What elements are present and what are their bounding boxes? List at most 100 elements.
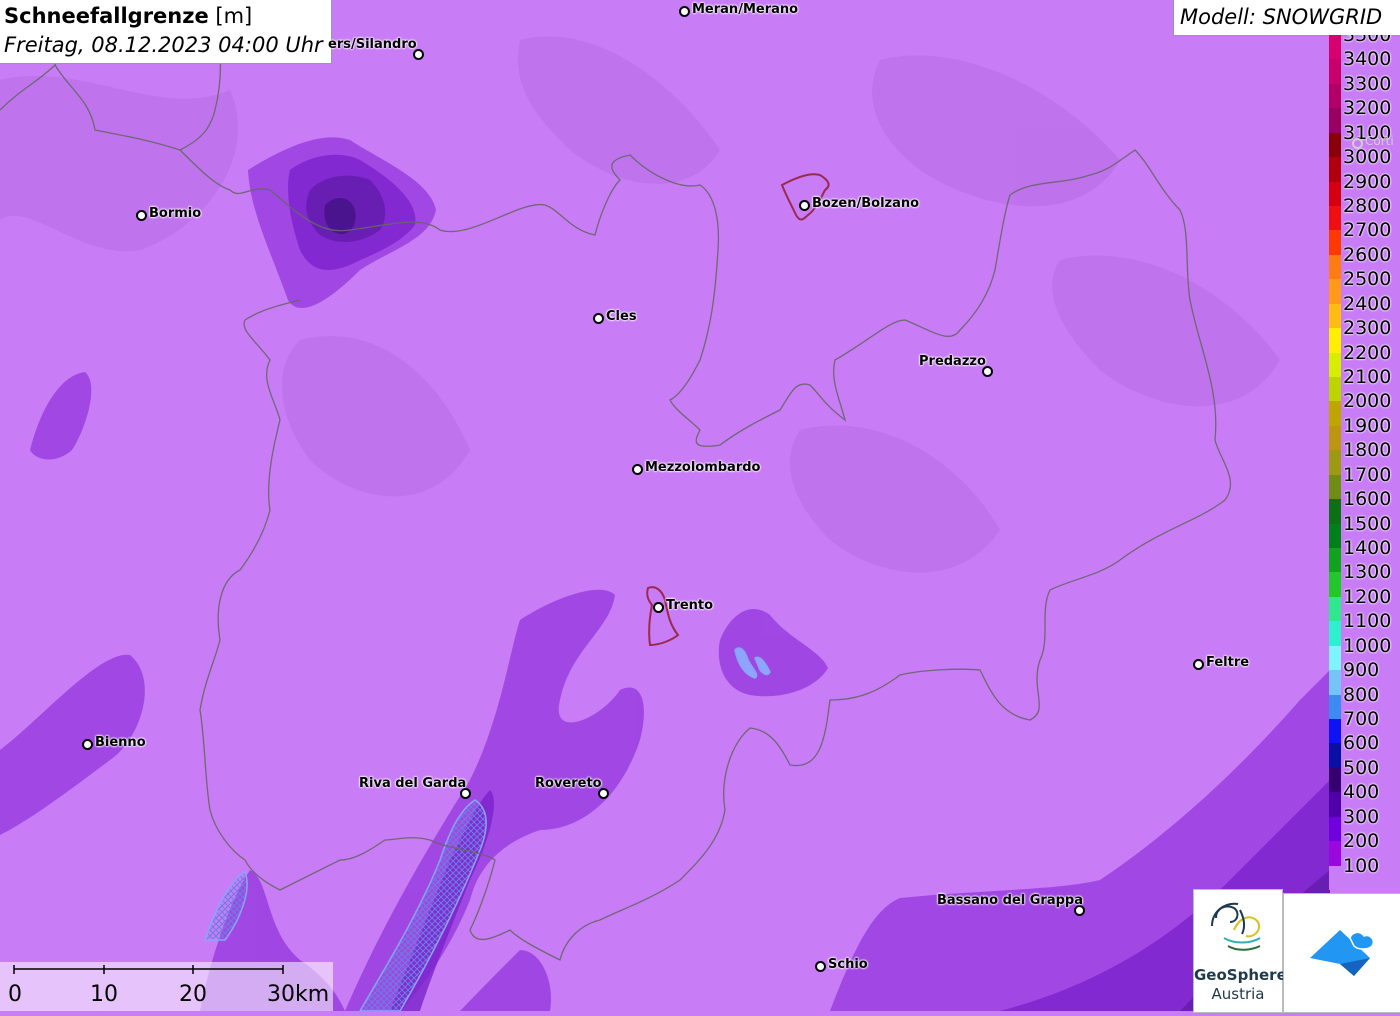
city-label-bozen-bolzano: Bozen/Bolzano <box>812 196 920 211</box>
legend-label: 500 <box>1343 756 1380 779</box>
legend-row: 700 <box>1329 707 1400 744</box>
scale-bar: 0 10 20 30km <box>0 962 333 1011</box>
legend-label: 1200 <box>1343 585 1392 608</box>
city-label-riva-del-garda: Riva del Garda <box>359 776 467 791</box>
city-marker-bormio <box>136 210 147 221</box>
map-title: Schneefallgrenze [m] <box>4 4 252 28</box>
legend-row: 2200 <box>1329 341 1400 377</box>
geosphere-emblem-icon <box>1211 902 1261 951</box>
legend-row: 2700 <box>1329 218 1400 255</box>
city-marker-trento <box>653 602 664 613</box>
legend-row: 1500 <box>1329 512 1400 548</box>
legend-row: 600 <box>1329 731 1400 768</box>
legend-label: 1100 <box>1343 610 1392 633</box>
legend-row: 2100 <box>1329 365 1400 402</box>
city-label-predazzo: Predazzo <box>919 354 986 369</box>
legend-label: 2200 <box>1343 341 1392 364</box>
city-label-corti: Corti <box>1365 134 1394 148</box>
legend-label: 2100 <box>1343 366 1392 388</box>
legend-label: 2300 <box>1343 317 1392 340</box>
scale-label-0: 0 <box>8 982 22 1007</box>
legend-label: 2700 <box>1343 219 1392 242</box>
legend-label: 2900 <box>1343 170 1392 193</box>
city-label-meran-merano: Meran/Merano <box>692 2 799 17</box>
legend-row: 1700 <box>1329 463 1400 500</box>
legend-row: 1000 <box>1329 634 1400 671</box>
city-marker-schio <box>815 961 826 972</box>
legend-row: 500 <box>1329 756 1400 793</box>
city-marker-bozen-bolzano <box>799 200 810 211</box>
city-marker-mezzolombardo <box>632 464 643 475</box>
city-label-bassano-del-grappa: Bassano del Grappa <box>937 893 1083 908</box>
legend-row: 2500 <box>1329 267 1400 304</box>
legend-row: 2300 <box>1329 316 1400 353</box>
app-logo[interactable] <box>1283 893 1400 1013</box>
legend-row: 2000 <box>1329 389 1400 426</box>
legend-label: 200 <box>1343 830 1380 853</box>
model-label: Modell: SNOWGRID <box>1180 5 1383 29</box>
legend-label: 1000 <box>1343 634 1392 657</box>
legend-row: 3300 <box>1329 72 1400 109</box>
legend-label: 700 <box>1343 708 1380 730</box>
legend-label: 1800 <box>1343 439 1392 462</box>
city-label-schio: Schio <box>828 957 868 972</box>
city-marker-meran-merano <box>679 6 690 17</box>
legend-label: 3000 <box>1343 146 1392 169</box>
legend-row: 900 <box>1329 658 1400 695</box>
legend-label: 1600 <box>1343 488 1392 511</box>
map-title-unit: [m] <box>215 4 253 28</box>
geosphere-country: Austria <box>1211 985 1265 1003</box>
legend-row: 1300 <box>1329 560 1400 597</box>
legend-label: 100 <box>1343 854 1380 877</box>
legend-label: 3300 <box>1343 72 1392 95</box>
legend-row: 100 <box>1329 854 1400 890</box>
legend-label: 3500 <box>1343 35 1392 46</box>
city-marker-corti <box>1352 138 1363 149</box>
model-panel: Modell: SNOWGRID <box>1173 0 1400 36</box>
legend-label: 3200 <box>1343 97 1392 120</box>
city-marker-feltre <box>1193 659 1204 670</box>
legend-row: 300 <box>1329 805 1400 842</box>
city-label-trento: Trento <box>666 598 714 613</box>
geosphere-logo[interactable]: GeoSphere Austria <box>1193 889 1287 1013</box>
home-cloud-icon <box>1310 930 1375 976</box>
legend-row: 800 <box>1329 683 1400 719</box>
map-datetime: Freitag, 08.12.2023 04:00 Uhr <box>4 33 323 57</box>
scale-label-10: 10 <box>90 982 118 1007</box>
map-title-panel: Schneefallgrenze [m] Freitag, 08.12.2023… <box>0 0 332 64</box>
legend-label: 1400 <box>1343 537 1392 559</box>
legend-label: 800 <box>1343 683 1380 706</box>
legend-row: 1200 <box>1329 585 1400 622</box>
legend-label: 400 <box>1343 781 1380 804</box>
scale-label-30km: 30km <box>267 982 330 1007</box>
city-label-feltre: Feltre <box>1206 655 1250 670</box>
city-label-bormio: Bormio <box>149 206 202 221</box>
legend-label: 1900 <box>1343 414 1392 437</box>
legend-label: 600 <box>1343 732 1380 755</box>
color-legend: 3500 3400 3300 3200 3100 3000 2900 2800 2700 2600… <box>1329 35 1400 890</box>
snowfall-line-map[interactable] <box>0 0 1400 1011</box>
legend-row: 1900 <box>1329 414 1400 451</box>
legend-row: 1400 <box>1329 536 1400 573</box>
legend-row: 200 <box>1329 829 1400 866</box>
legend-row: 3000 <box>1329 145 1400 182</box>
legend-row: 2900 <box>1329 170 1400 206</box>
legend-row: 3500 <box>1329 35 1400 60</box>
scale-label-20: 20 <box>179 982 207 1007</box>
map-title-main: Schneefallgrenze <box>4 4 209 28</box>
city-label-mezzolombardo: Mezzolombardo <box>645 460 761 475</box>
city-label-rovereto: Rovereto <box>535 776 602 791</box>
legend-row: 2800 <box>1329 194 1400 231</box>
legend-label: 2600 <box>1343 243 1392 266</box>
legend-row: 2600 <box>1329 243 1400 280</box>
legend-label: 2400 <box>1343 292 1392 315</box>
legend-label: 900 <box>1343 659 1380 682</box>
legend-label: 3400 <box>1343 48 1392 71</box>
legend-label: 1300 <box>1343 561 1392 584</box>
city-label-ers-silandro: ers/Silandro <box>328 37 417 52</box>
legend-row: 2400 <box>1329 292 1400 329</box>
legend-swatch <box>1329 865 1341 890</box>
legend-label: 2000 <box>1343 390 1392 413</box>
city-label-cles: Cles <box>606 309 637 324</box>
geosphere-name: GeoSphere <box>1194 966 1287 984</box>
